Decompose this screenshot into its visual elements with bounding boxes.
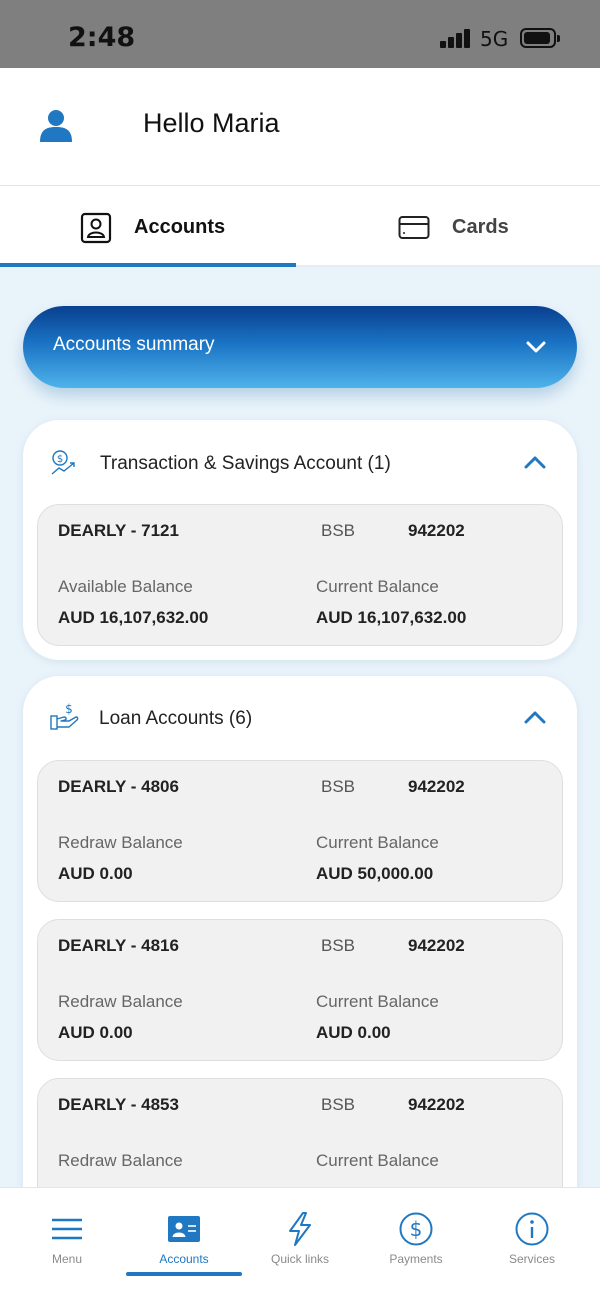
current-balance-value: AUD 0.00 (316, 1023, 391, 1042)
bsb-label: BSB (321, 1095, 356, 1114)
tab-cards-label: Cards (452, 216, 509, 238)
account-card[interactable]: DEARLY - 7121 BSB 942202 Available Balan… (37, 504, 563, 646)
redraw-balance-label: Redraw Balance (58, 1151, 183, 1170)
svg-text:$: $ (57, 454, 63, 465)
redraw-balance-value: AUD 0.00 (58, 1023, 133, 1042)
account-card[interactable]: DEARLY - 4853 BSB 942202 Redraw Balance … (37, 1078, 563, 1187)
greeting: Hello Maria (143, 108, 280, 138)
bottom-nav: Menu Accounts Quick links $ Payments Ser… (0, 1187, 600, 1299)
accounts-summary-button[interactable]: Accounts summary (23, 306, 577, 388)
nav-accounts-label: Accounts (159, 1252, 209, 1266)
user-icon[interactable] (38, 108, 74, 144)
redraw-balance-label: Redraw Balance (58, 833, 183, 852)
account-card[interactable]: DEARLY - 4816 BSB 942202 Redraw Balance … (37, 919, 563, 1061)
signal-icon (440, 28, 472, 48)
accounts-content[interactable]: Accounts summary $ Transaction & Savings… (0, 267, 600, 1187)
bsb-label: BSB (321, 521, 356, 540)
status-time: 2:48 (68, 22, 136, 53)
loan-section-title: Loan Accounts (6) (99, 708, 253, 729)
available-balance-value: AUD 16,107,632.00 (58, 608, 209, 627)
current-balance-value: AUD 50,000.00 (316, 864, 434, 883)
current-balance-label: Current Balance (316, 833, 439, 852)
redraw-balance-label: Redraw Balance (58, 992, 183, 1011)
status-bar: 2:48 5G (0, 0, 600, 68)
battery-icon (520, 28, 560, 48)
bsb-value: 942202 (408, 521, 465, 540)
nav-menu-label: Menu (51, 1252, 83, 1266)
chevron-up-icon[interactable] (523, 451, 547, 475)
id-badge-icon (80, 212, 112, 243)
account-name: DEARLY - 7121 (58, 521, 179, 540)
account-name: DEARLY - 4806 (58, 777, 179, 796)
nav-services-label: Services (508, 1252, 555, 1266)
nav-menu[interactable]: Menu (9, 1188, 125, 1278)
nav-payments-label: Payments (389, 1252, 443, 1266)
id-card-icon (168, 1216, 200, 1242)
nav-payments[interactable]: $ Payments (358, 1188, 474, 1278)
chevron-up-icon[interactable] (523, 706, 547, 730)
nav-quick-links[interactable]: Quick links (242, 1188, 358, 1278)
tab-cards[interactable]: Cards (398, 187, 509, 268)
savings-section-title: Transaction & Savings Account (1) (100, 453, 391, 474)
bsb-value: 942202 (408, 777, 465, 796)
nav-accounts[interactable]: Accounts (126, 1188, 242, 1278)
dollar-circle-icon: $ (399, 1212, 433, 1246)
current-balance-label: Current Balance (316, 992, 439, 1011)
hand-dollar-icon: $ (50, 702, 79, 730)
info-icon (515, 1212, 549, 1246)
tab-accounts[interactable]: Accounts (80, 187, 225, 268)
svg-text:$: $ (65, 702, 73, 716)
bsb-value: 942202 (408, 1095, 465, 1114)
bsb-label: BSB (321, 936, 356, 955)
app-header: Hello Maria (0, 68, 600, 186)
chevron-down-icon (526, 341, 546, 353)
account-card[interactable]: DEARLY - 4806 BSB 942202 Redraw Balance … (37, 760, 563, 902)
loan-section: $ Loan Accounts (6) DEARLY - 4806 BSB 94… (23, 676, 577, 1187)
card-icon (398, 215, 430, 239)
bsb-label: BSB (321, 777, 356, 796)
savings-section: $ Transaction & Savings Account (1) DEAR… (23, 420, 577, 660)
current-balance-label: Current Balance (316, 1151, 439, 1170)
accounts-summary-title: Accounts summary (53, 334, 215, 355)
money-growth-icon: $ (51, 450, 75, 475)
network-label: 5G (480, 27, 509, 51)
lightning-icon (289, 1212, 311, 1246)
svg-text:$: $ (410, 1217, 423, 1241)
current-balance-label: Current Balance (316, 577, 439, 596)
current-balance-value: AUD 16,107,632.00 (316, 608, 467, 627)
hamburger-icon (52, 1218, 82, 1240)
nav-services[interactable]: Services (474, 1188, 590, 1278)
redraw-balance-value: AUD 0.00 (58, 864, 133, 883)
nav-quick-links-label: Quick links (270, 1252, 329, 1266)
account-name: DEARLY - 4853 (58, 1095, 179, 1114)
available-balance-label: Available Balance (58, 577, 193, 596)
tab-accounts-label: Accounts (134, 216, 226, 238)
nav-active-indicator (126, 1272, 242, 1276)
bsb-value: 942202 (408, 936, 465, 955)
account-name: DEARLY - 4816 (58, 936, 179, 955)
tab-bar: Accounts Cards (0, 187, 600, 268)
